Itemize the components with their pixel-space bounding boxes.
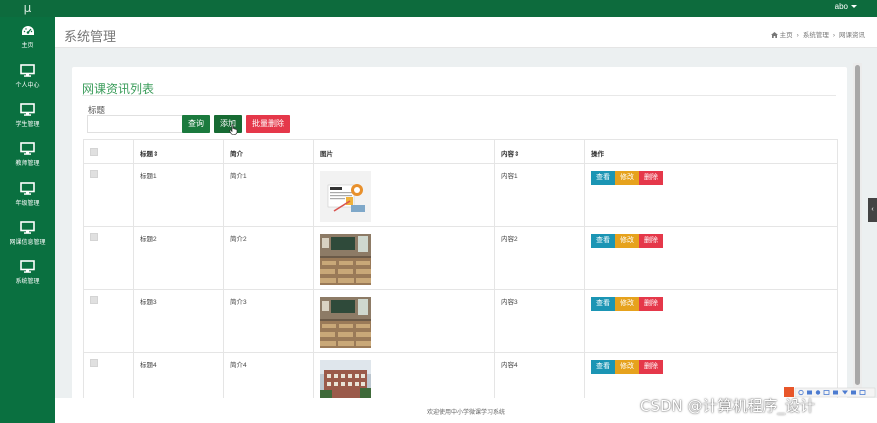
classroom-photo-image	[320, 297, 371, 348]
dashboard-icon	[21, 26, 34, 35]
scrollbar-thumb[interactable]	[855, 65, 860, 385]
delete-button[interactable]: 删除	[639, 171, 663, 185]
chevron-right-icon: ›	[832, 32, 835, 39]
row-checkbox[interactable]	[90, 296, 98, 304]
header-intro: 简介	[223, 139, 314, 164]
row-checkbox[interactable]	[90, 233, 98, 241]
row-actions: 查看 修改 删除	[584, 163, 838, 227]
monitor-icon	[20, 64, 35, 77]
breadcrumb: 主页 › 系统管理 › 网课资讯	[770, 29, 865, 39]
edit-button[interactable]: 修改	[615, 297, 639, 311]
news-illustration-image	[320, 171, 371, 222]
checkbox[interactable]	[90, 148, 98, 156]
cell-intro: 简介2	[223, 226, 314, 290]
row-actions: 查看 修改 删除	[584, 289, 838, 353]
monitor-icon	[20, 142, 35, 155]
sidebar-item-label: 个人中心	[15, 83, 40, 89]
top-bar: μ abo	[0, 0, 877, 17]
side-collapse-tab[interactable]: ‹	[868, 198, 877, 222]
cell-content: 内容1	[494, 163, 585, 227]
monitor-icon	[20, 260, 35, 273]
sidebar-item-label: 年级管理	[15, 201, 40, 207]
user-name: abo	[834, 2, 848, 11]
cell-title: 标题1	[133, 163, 224, 227]
sidebar-item-system[interactable]: 系统管理	[0, 260, 55, 296]
view-button[interactable]: 查看	[591, 360, 615, 374]
breadcrumb-current: 网课资讯	[839, 32, 865, 39]
table-row: 标题2 简介2 内容2 查看 修改 删除	[83, 226, 838, 290]
sidebar-item-profile[interactable]: 个人中心	[0, 64, 55, 100]
app-logo: μ	[23, 1, 32, 15]
hand-cursor-icon	[229, 124, 238, 135]
query-button[interactable]: 查询	[182, 115, 210, 133]
header-select-all[interactable]	[83, 139, 134, 164]
caret-down-icon	[851, 5, 857, 9]
sidebar-item-label: 主页	[21, 43, 34, 49]
header-title[interactable]: 标题⇕	[133, 139, 224, 164]
chevron-left-icon: ‹	[871, 206, 874, 213]
sidebar-item-teachers[interactable]: 教师管理	[0, 142, 55, 178]
page-header: 系统管理 主页 › 系统管理 › 网课资讯	[55, 17, 877, 48]
sort-icon: ⇕	[153, 151, 159, 158]
page-title: 系统管理	[64, 29, 117, 44]
sidebar-item-grades[interactable]: 年级管理	[0, 182, 55, 218]
row-checkbox[interactable]	[90, 170, 98, 178]
header-content[interactable]: 内容⇕	[494, 139, 585, 164]
sidebar-item-home[interactable]: 主页	[0, 25, 55, 61]
header-image: 图片	[313, 139, 495, 164]
edit-button[interactable]: 修改	[615, 234, 639, 248]
cell-content: 内容2	[494, 226, 585, 290]
header-actions: 操作	[584, 139, 838, 164]
view-button[interactable]: 查看	[591, 234, 615, 248]
classroom-photo-image	[320, 234, 371, 285]
table-header-row: 标题⇕ 简介 图片 内容⇕ 操作	[83, 139, 838, 164]
breadcrumb-home[interactable]: 主页	[780, 32, 793, 39]
table-row: 标题3 简介3 内容3 查看 修改 删除	[83, 289, 838, 353]
monitor-icon	[20, 221, 35, 234]
monitor-icon	[20, 103, 35, 116]
sidebar-item-label: 系统管理	[15, 279, 40, 285]
sidebar-item-label: 网课信息管理	[9, 240, 46, 246]
chevron-right-icon: ›	[796, 32, 799, 39]
cell-intro: 简介1	[223, 163, 314, 227]
sidebar-item-label: 教师管理	[15, 161, 40, 167]
view-button[interactable]: 查看	[591, 171, 615, 185]
sidebar-item-course-info[interactable]: 网课信息管理	[0, 221, 55, 257]
sidebar-item-students[interactable]: 学生管理	[0, 103, 55, 139]
news-table: 标题⇕ 简介 图片 内容⇕ 操作 标题1 简介1 内容1 查看 修改 删除 标题…	[83, 139, 838, 407]
divider	[82, 95, 836, 96]
news-list-panel: 网课资讯列表 标题 查询 添加 批量删除 标题⇕ 简介 图片 内容⇕ 操作 标题…	[72, 67, 847, 407]
table-row: 标题1 简介1 内容1 查看 修改 删除	[83, 163, 838, 227]
cell-content: 内容3	[494, 289, 585, 353]
delete-button[interactable]: 删除	[639, 360, 663, 374]
edit-button[interactable]: 修改	[615, 171, 639, 185]
home-icon	[770, 32, 778, 38]
row-checkbox[interactable]	[90, 359, 98, 367]
cell-intro: 简介3	[223, 289, 314, 353]
monitor-icon	[20, 182, 35, 195]
delete-button[interactable]: 删除	[639, 234, 663, 248]
title-filter-input[interactable]	[87, 115, 183, 133]
sidebar-item-label: 学生管理	[15, 122, 40, 128]
view-button[interactable]: 查看	[591, 297, 615, 311]
cell-title: 标题3	[133, 289, 224, 353]
breadcrumb-system[interactable]: 系统管理	[803, 32, 829, 39]
watermark: CSDN @计算机程序_设计	[640, 397, 816, 415]
sidebar: 主页 个人中心 学生管理 教师管理 年级管理 网课信息管理 系统管理	[0, 17, 55, 423]
edit-button[interactable]: 修改	[615, 360, 639, 374]
delete-button[interactable]: 删除	[639, 297, 663, 311]
sort-icon: ⇕	[514, 151, 520, 158]
batch-delete-button[interactable]: 批量删除	[246, 115, 290, 133]
cell-title: 标题2	[133, 226, 224, 290]
user-menu[interactable]: abo	[835, 0, 857, 14]
row-actions: 查看 修改 删除	[584, 226, 838, 290]
